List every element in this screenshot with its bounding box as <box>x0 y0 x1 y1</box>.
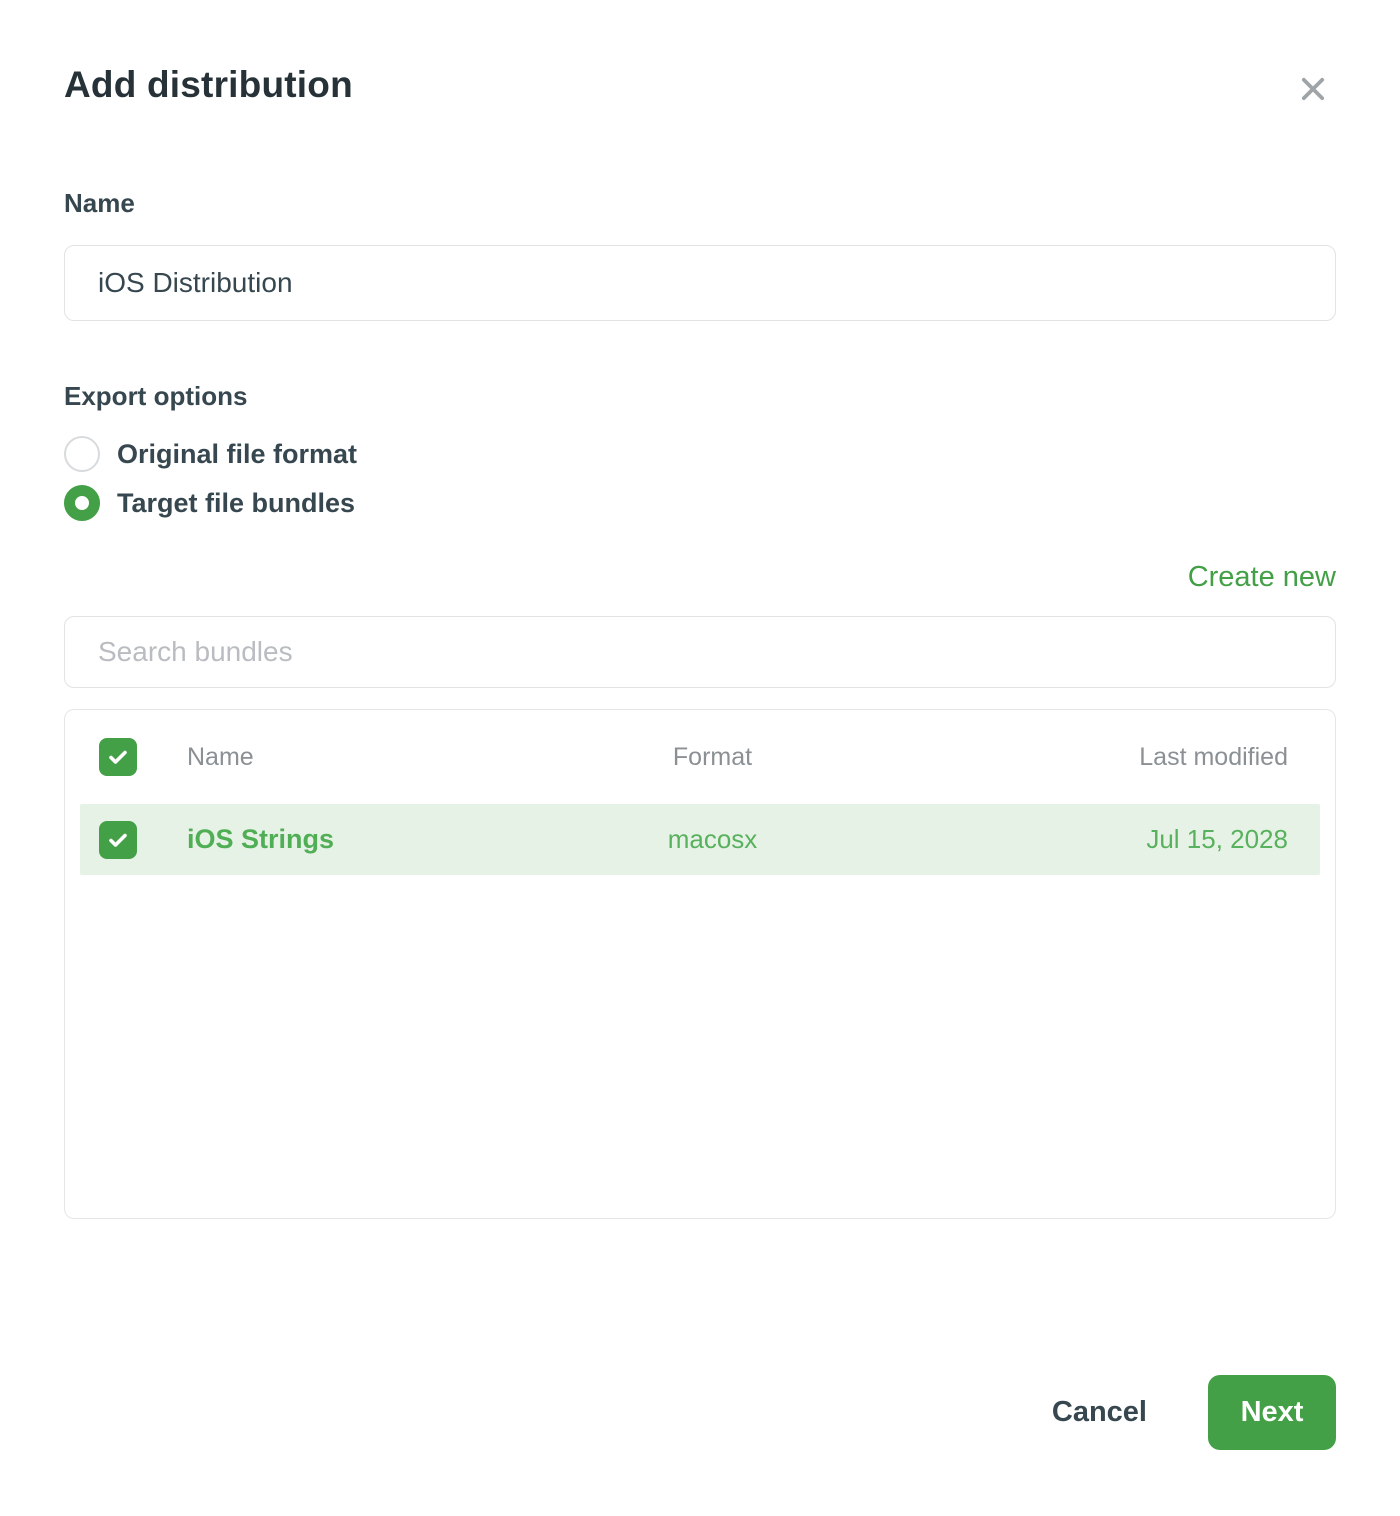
check-icon <box>106 828 130 852</box>
add-distribution-dialog: Add distribution Name Export options Ori… <box>0 0 1400 1516</box>
row-name: iOS Strings <box>137 824 521 855</box>
header-name: Name <box>137 743 521 772</box>
search-bundles-input[interactable] <box>64 616 1336 688</box>
create-new-link[interactable]: Create new <box>1188 561 1336 594</box>
radio-icon <box>64 485 100 521</box>
export-options-group: Original file format Target file bundles <box>64 436 1336 521</box>
cancel-button[interactable]: Cancel <box>1048 1388 1151 1437</box>
create-new-row: Create new <box>64 561 1336 594</box>
dialog-footer: Cancel Next <box>64 1375 1336 1450</box>
header-last-modified: Last modified <box>904 743 1288 772</box>
row-checkbox[interactable] <box>99 821 137 859</box>
check-icon <box>106 745 130 769</box>
dialog-header: Add distribution <box>64 64 1336 112</box>
header-format: Format <box>521 743 905 772</box>
dialog-title: Add distribution <box>64 64 353 106</box>
row-last-modified: Jul 15, 2028 <box>904 824 1288 855</box>
bundles-table: Name Format Last modified iOS Strings ma… <box>64 709 1336 1219</box>
close-button[interactable] <box>1290 66 1336 112</box>
select-all-checkbox[interactable] <box>99 738 137 776</box>
next-button[interactable]: Next <box>1208 1375 1336 1450</box>
name-input[interactable] <box>64 245 1336 321</box>
row-format: macosx <box>521 824 905 855</box>
radio-label: Target file bundles <box>117 488 355 519</box>
radio-original-file-format[interactable]: Original file format <box>64 436 1336 472</box>
radio-icon <box>64 436 100 472</box>
name-label: Name <box>64 188 1336 219</box>
export-options-heading: Export options <box>64 381 1336 412</box>
close-icon <box>1294 96 1332 111</box>
table-header-row: Name Format Last modified <box>65 710 1335 804</box>
radio-target-file-bundles[interactable]: Target file bundles <box>64 485 1336 521</box>
table-row[interactable]: iOS Strings macosx Jul 15, 2028 <box>80 804 1320 875</box>
radio-label: Original file format <box>117 439 357 470</box>
